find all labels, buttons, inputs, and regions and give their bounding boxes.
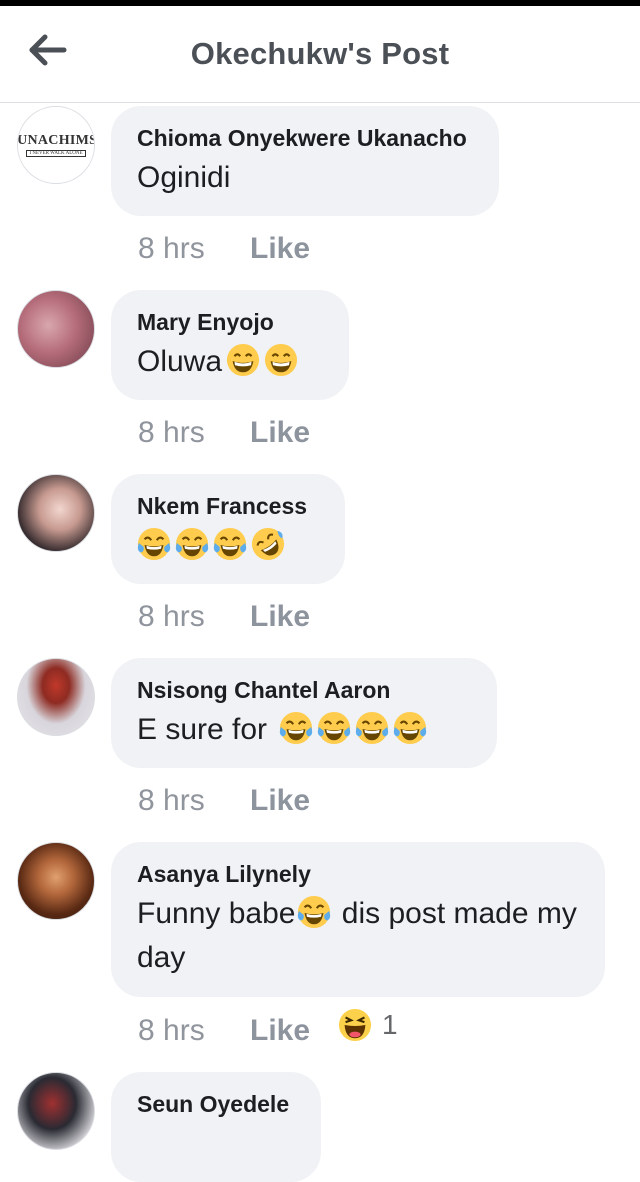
face-with-tears-of-joy-icon: [297, 895, 331, 929]
face-with-tears-of-joy-icon: [213, 527, 247, 561]
avatar[interactable]: [17, 1072, 95, 1150]
comment-meta: 8 hrs Like: [138, 600, 310, 634]
comment-meta: 8 hrs Like: [138, 416, 310, 450]
comment-author[interactable]: Asanya Lilynely: [137, 860, 579, 888]
comment-bubble[interactable]: Seun Oyedele: [111, 1072, 321, 1182]
face-with-tears-of-joy-icon: [137, 527, 171, 561]
comment-bubble[interactable]: Asanya Lilynely Funny babe dis post made…: [111, 842, 605, 997]
logo-text: MUNACHIMSO: [17, 133, 94, 148]
comment-text-content: Funny babe: [137, 897, 296, 930]
like-button[interactable]: Like: [250, 600, 310, 633]
comment-author[interactable]: Chioma Onyekwere Ukanacho: [137, 124, 473, 152]
comment-text-content: E sure for: [137, 713, 276, 746]
avatar[interactable]: [17, 658, 95, 736]
haha-reaction-icon: [338, 1008, 372, 1042]
comment-bubble[interactable]: Nsisong Chantel Aaron E sure for: [111, 658, 497, 768]
comment-bubble[interactable]: Nkem Francess: [111, 474, 345, 584]
comment-author[interactable]: Seun Oyedele: [137, 1090, 295, 1118]
comment-text: E sure for: [137, 708, 471, 752]
comment-meta: 8 hrs Like: [138, 784, 310, 818]
logo-subtext: I NEVER WALK ALONE: [26, 150, 86, 157]
like-button[interactable]: Like: [250, 416, 310, 449]
comment-text: Funny babe dis post made my day: [137, 892, 583, 980]
reaction-summary[interactable]: 1: [338, 1008, 398, 1042]
face-with-tears-of-joy-icon: [317, 711, 351, 745]
rolling-on-floor-laughing-icon: [251, 527, 285, 561]
comment-text: Oluwa: [137, 340, 323, 384]
page-title: Okechukw's Post: [190, 36, 450, 71]
comment-meta: 8 hrs Like: [138, 1014, 310, 1048]
like-button[interactable]: Like: [250, 232, 310, 265]
face-with-tears-of-joy-icon: [279, 711, 313, 745]
comment-text-content: Oluwa: [137, 345, 223, 378]
comment-author[interactable]: Nsisong Chantel Aaron: [137, 676, 471, 704]
comment-time[interactable]: 8 hrs: [138, 784, 250, 818]
munachimso-logo: MUNACHIMSO I NEVER WALK ALONE: [18, 107, 94, 183]
like-button[interactable]: Like: [250, 784, 310, 817]
comment-meta: 8 hrs Like: [138, 232, 310, 266]
face-with-tears-of-joy-icon: [393, 711, 427, 745]
comment-bubble[interactable]: Chioma Onyekwere Ukanacho Oginidi: [111, 106, 499, 216]
comment-time[interactable]: 8 hrs: [138, 416, 250, 450]
comment-author[interactable]: Nkem Francess: [137, 492, 319, 520]
grinning-face-icon: [226, 343, 260, 377]
avatar[interactable]: [17, 474, 95, 552]
face-with-tears-of-joy-icon: [175, 527, 209, 561]
comment-author[interactable]: Mary Enyojo: [137, 308, 323, 336]
like-button[interactable]: Like: [250, 1014, 310, 1047]
face-with-tears-of-joy-icon: [355, 711, 389, 745]
avatar[interactable]: [17, 842, 95, 920]
comment-time[interactable]: 8 hrs: [138, 600, 250, 634]
comment-time[interactable]: 8 hrs: [138, 1014, 250, 1048]
reaction-count: 1: [382, 1009, 398, 1040]
comment-text: Oginidi: [137, 161, 231, 194]
comment-text: [137, 524, 319, 568]
header-bar: Okechukw's Post: [0, 6, 640, 103]
comment-time[interactable]: 8 hrs: [138, 232, 250, 266]
grinning-face-icon: [264, 343, 298, 377]
comment-bubble[interactable]: Mary Enyojo Oluwa: [111, 290, 349, 400]
avatar[interactable]: MUNACHIMSO I NEVER WALK ALONE: [17, 106, 95, 184]
avatar[interactable]: [17, 290, 95, 368]
